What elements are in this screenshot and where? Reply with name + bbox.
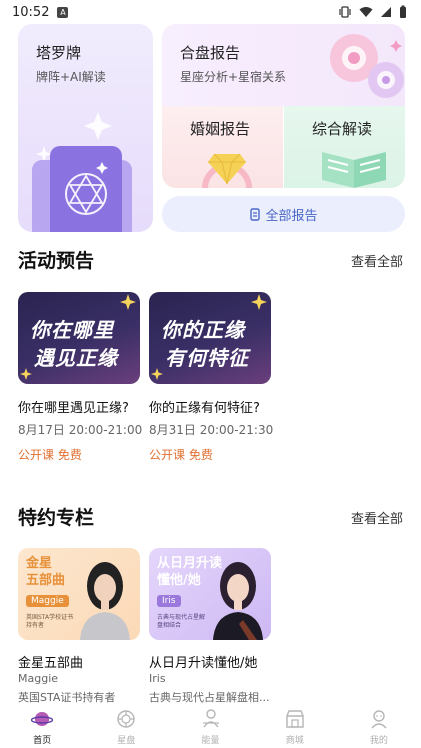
columns-section-title: 特约专栏 (18, 507, 95, 529)
status-time: 10:52 (12, 4, 50, 20)
marriage-title: 婚姻报告 (190, 120, 251, 138)
event-title-2[interactable]: 你的正缘有何特征? (149, 397, 260, 416)
columns-see-all-link[interactable]: 查看全部 (351, 508, 403, 527)
tab-shop-label: 商城 (285, 736, 304, 746)
tab-energy-label: 能量 (201, 736, 220, 746)
tab-shop[interactable]: 商城 (253, 704, 337, 748)
column-author-pill: Iris (157, 595, 181, 607)
comprehensive-title: 综合解读 (312, 120, 373, 138)
column-title-2[interactable]: 从日月升读懂他/她 (149, 652, 257, 671)
status-icons (338, 5, 407, 19)
tarot-subtitle: 牌阵+AI解读 (36, 70, 106, 84)
event-thumb-line1: 你在哪里 (30, 318, 114, 342)
column-thumb-title: 金星 五部曲 (26, 556, 66, 588)
hepan-subtitle: 星座分析+星宿关系 (180, 70, 287, 84)
event-date-2: 8月31日 20:00-21:30 (149, 423, 274, 437)
tab-profile-label: 我的 (369, 736, 388, 746)
column-desc-1: 英国STA证书持有者 (18, 691, 116, 704)
events-see-all-link[interactable]: 查看全部 (351, 251, 403, 270)
tab-chart-label: 星盘 (117, 736, 136, 746)
events-section-title: 活动预告 (18, 250, 95, 272)
event-thumb-line2: 有何特征 (165, 346, 249, 370)
author-portrait (80, 562, 130, 640)
chart-wheel-icon (117, 710, 135, 728)
shop-icon (286, 710, 304, 728)
planet-icon (31, 712, 54, 726)
event-title-1[interactable]: 你在哪里遇见正缘? (18, 397, 129, 416)
tarot-title: 塔罗牌 (36, 44, 82, 62)
star-decoration-icon (120, 294, 136, 310)
event-tag-1: 公开课 免费 (18, 448, 82, 462)
event-thumb-line1: 你的正缘 (161, 318, 245, 342)
tab-home[interactable]: 首页 (0, 704, 84, 748)
battery-icon (400, 5, 406, 18)
column-author-1: Maggie (18, 672, 59, 685)
event-date-1: 8月17日 20:00-21:00 (18, 423, 143, 437)
comprehensive-reading-card[interactable]: 综合解读 (284, 106, 405, 188)
status-bar: 10:52 A (0, 0, 421, 24)
column-title-1[interactable]: 金星五部曲 (18, 652, 83, 671)
star-decoration-icon (251, 294, 267, 310)
column-thumb-caption: 英国STA学校证书持有者 (26, 614, 74, 629)
all-reports-button[interactable]: 全部报告 (162, 196, 405, 232)
vibrate-icon (339, 6, 351, 18)
tab-chart[interactable]: 星盘 (84, 704, 168, 748)
energy-icon (202, 709, 219, 728)
tab-profile[interactable]: 我的 (337, 704, 421, 748)
event-thumbnail-2[interactable]: 你的正缘 有何特征 (149, 292, 271, 384)
column-desc-2: 古典与现代占星解盘相... (149, 691, 270, 704)
star-decoration-icon (151, 368, 163, 380)
all-reports-label: 全部报告 (265, 208, 318, 224)
tarot-cards-illustration (32, 112, 132, 232)
gears-illustration (330, 34, 404, 98)
tab-home-label: 首页 (33, 736, 52, 746)
column-author-pill: Maggie (26, 595, 69, 607)
column-thumb-caption: 古典与现代占星解盘相结合 (157, 614, 206, 629)
event-thumb-line2: 遇见正缘 (34, 346, 118, 370)
tab-energy[interactable]: 能量 (168, 704, 252, 748)
signal-icon (381, 7, 391, 17)
document-icon (250, 207, 261, 221)
star-decoration-icon (20, 368, 32, 380)
notification-app-icon: A (57, 6, 69, 18)
column-thumbnail-2[interactable]: 从日月升读 懂他/她 Iris 古典与现代占星解盘相结合 (149, 548, 271, 640)
author-portrait (213, 562, 263, 640)
hepan-title: 合盘报告 (180, 44, 241, 62)
wifi-icon (359, 7, 373, 17)
diamond-ring-icon (202, 153, 252, 188)
marriage-report-card[interactable]: 婚姻报告 (162, 106, 283, 188)
profile-icon (371, 710, 387, 729)
tarot-card[interactable]: 塔罗牌 牌阵+AI解读 (18, 24, 153, 232)
hepan-report-card[interactable]: 合盘报告 星座分析+星宿关系 (162, 24, 405, 106)
bottom-tab-bar: 首页 星盘 能量 商城 我的 (0, 704, 421, 748)
book-icon (322, 152, 386, 188)
column-author-2: Iris (149, 672, 166, 685)
event-thumbnail-1[interactable]: 你在哪里 遇见正缘 (18, 292, 140, 384)
column-thumbnail-1[interactable]: 金星 五部曲 Maggie 英国STA学校证书持有者 (18, 548, 140, 640)
event-tag-2: 公开课 免费 (149, 448, 213, 462)
